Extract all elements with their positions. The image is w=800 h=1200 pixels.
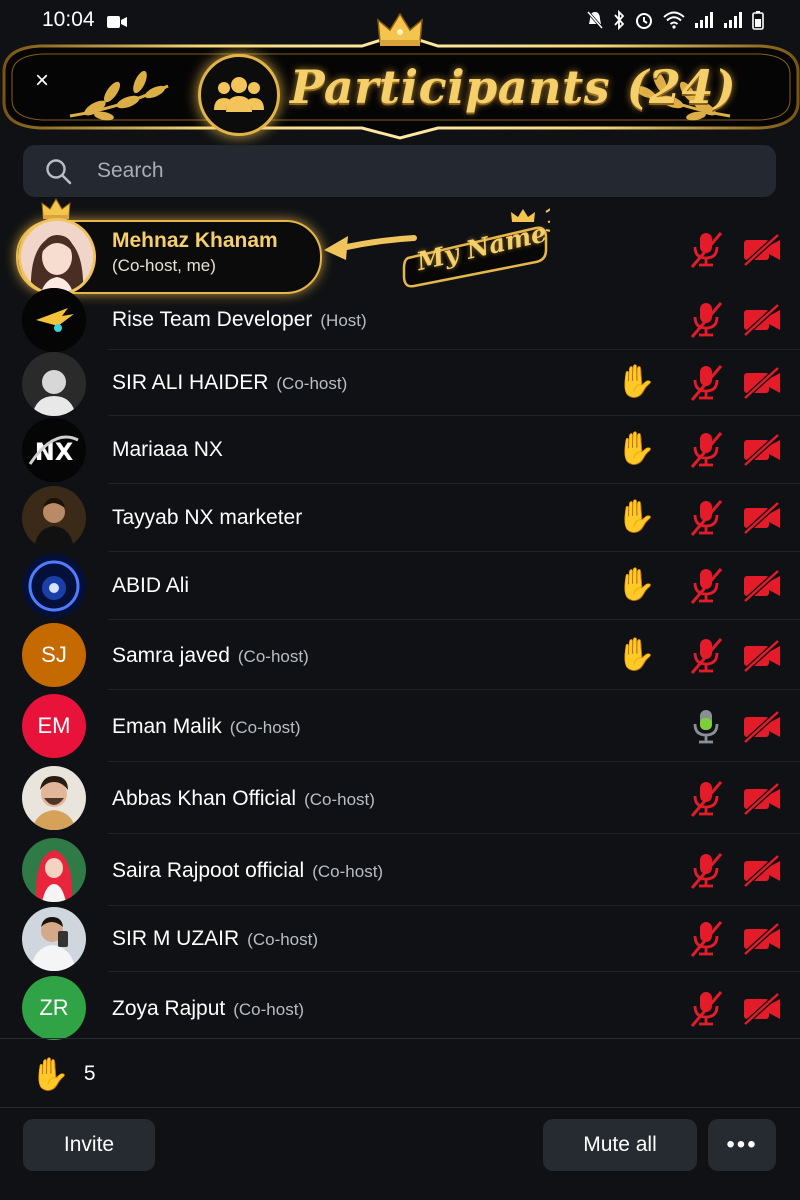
avatar xyxy=(22,288,86,352)
avatar: EM xyxy=(22,694,86,758)
mic-muted-icon[interactable] xyxy=(688,300,724,340)
participant-role: (Co-host) xyxy=(312,862,384,881)
participant-name: SIR M UZAIR (Co-host) xyxy=(112,927,319,950)
participant-row[interactable]: Abbas Khan Official (Co-host) xyxy=(0,762,800,834)
camera-off-icon[interactable] xyxy=(742,432,782,468)
participant-name: Eman Malik (Co-host) xyxy=(112,715,301,738)
more-options-button[interactable]: ••• xyxy=(708,1119,776,1171)
participant-role: (Co-host) xyxy=(233,1000,305,1019)
small-crown-icon xyxy=(41,198,71,219)
raised-hand-icon: ✋ xyxy=(616,430,656,466)
participant-name: Tayyab NX marketer xyxy=(112,506,303,529)
participant-name: Rise Team Developer (Host) xyxy=(112,308,367,331)
avatar xyxy=(22,486,86,550)
mic-muted-icon[interactable] xyxy=(688,636,724,676)
participant-role: (Co-host) xyxy=(276,374,348,393)
mic-muted-icon[interactable] xyxy=(688,363,724,403)
avatar xyxy=(22,352,86,416)
mic-muted-icon[interactable] xyxy=(688,430,724,470)
mic-muted-icon[interactable] xyxy=(688,989,724,1029)
raised-hand-icon: ✋ xyxy=(616,566,656,602)
participant-name: Mariaaa NX xyxy=(112,438,223,461)
participant-name: Zoya Rajput (Co-host) xyxy=(112,997,305,1020)
avatar xyxy=(18,218,96,296)
camera-off-icon[interactable] xyxy=(742,921,782,957)
mic-active-icon[interactable] xyxy=(688,707,724,747)
avatar-initials: ZR xyxy=(39,995,69,1020)
invite-button[interactable]: Invite xyxy=(23,1119,155,1171)
camera-off-icon[interactable] xyxy=(742,500,782,536)
camera-off-icon[interactable] xyxy=(742,709,782,745)
avatar: SJ xyxy=(22,623,86,687)
crown-icon xyxy=(377,12,423,46)
participant-row[interactable]: ZR Zoya Rajput (Co-host) xyxy=(0,972,800,1040)
avatar-initials: EM xyxy=(37,713,71,738)
participant-role: (Co-host, me) xyxy=(112,256,216,275)
search-icon xyxy=(46,159,72,185)
camera-off-icon[interactable] xyxy=(742,365,782,401)
search-input[interactable]: Search xyxy=(23,145,776,197)
participant-role: (Co-host) xyxy=(237,647,309,666)
participant-row[interactable]: EM Eman Malik (Co-host) xyxy=(0,690,800,762)
close-button[interactable]: × xyxy=(28,67,56,95)
participant-name: Abbas Khan Official (Co-host) xyxy=(112,787,375,810)
avatar xyxy=(22,838,86,902)
page-title: Participants (24) xyxy=(290,60,737,114)
camera-off-icon[interactable] xyxy=(742,568,782,604)
participant-role: (Co-host) xyxy=(229,718,301,737)
raised-hand-icon: ✋ xyxy=(30,1056,70,1092)
participant-name: Mehnaz Khanam xyxy=(112,229,278,252)
participant-row[interactable]: NX Mariaaa NX ✋ xyxy=(0,416,800,484)
participant-name: Saira Rajpoot official (Co-host) xyxy=(112,859,384,882)
avatar-initials: SJ xyxy=(41,642,67,667)
camera-off-icon[interactable] xyxy=(742,991,782,1027)
camera-off-icon[interactable] xyxy=(742,638,782,674)
avatar: NX xyxy=(22,418,86,482)
participant-row[interactable]: Saira Rajpoot official (Co-host) xyxy=(0,834,800,906)
participant-name: SIR ALI HAIDER (Co-host) xyxy=(112,371,348,394)
raised-hand-icon: ✋ xyxy=(616,498,656,534)
participant-name: ABID Ali xyxy=(112,574,190,597)
participant-role: (Co-host) xyxy=(304,790,375,809)
mic-muted-icon[interactable] xyxy=(688,566,724,606)
camera-off-icon[interactable] xyxy=(742,853,782,889)
raised-hands-count: 5 xyxy=(83,1062,96,1085)
camera-off-icon[interactable] xyxy=(742,781,782,817)
participant-name: Samra javed (Co-host) xyxy=(112,644,309,667)
group-icon-badge xyxy=(198,54,280,136)
participant-row[interactable]: SJ Samra javed (Co-host) ✋ xyxy=(0,620,800,690)
participant-row[interactable]: Tayyab NX marketer ✋ xyxy=(0,484,800,552)
mic-muted-icon[interactable] xyxy=(688,919,724,959)
raised-hands-summary[interactable]: ✋ 5 xyxy=(30,1055,96,1093)
avatar: ZR xyxy=(22,976,86,1040)
raised-hand-icon: ✋ xyxy=(616,636,656,672)
list-footer-divider xyxy=(0,1038,800,1039)
participant-role: (Co-host) xyxy=(247,930,319,949)
camera-off-icon[interactable] xyxy=(742,302,782,338)
avatar xyxy=(22,907,86,971)
camera-off-icon[interactable] xyxy=(742,232,782,268)
group-icon xyxy=(214,77,264,112)
mic-muted-icon[interactable] xyxy=(688,851,724,891)
participant-row[interactable]: ABID Ali ✋ xyxy=(0,552,800,620)
participant-row[interactable]: SIR ALI HAIDER (Co-host) ✋ xyxy=(0,350,800,416)
mic-muted-icon[interactable] xyxy=(688,498,724,538)
mic-muted-icon[interactable] xyxy=(688,779,724,819)
participants-header: × Participants (24) xyxy=(0,12,800,142)
raised-hand-icon: ✋ xyxy=(616,363,656,399)
participant-row-me[interactable]: Mehnaz Khanam (Co-host, me) My Name xyxy=(0,198,800,298)
participant-row[interactable]: Rise Team Developer (Host) xyxy=(0,288,800,352)
avatar xyxy=(22,554,86,618)
mic-muted-icon[interactable] xyxy=(688,230,724,270)
mute-all-button[interactable]: Mute all xyxy=(543,1119,697,1171)
participant-row[interactable]: SIR M UZAIR (Co-host) xyxy=(0,906,800,972)
avatar xyxy=(22,766,86,830)
footer-divider xyxy=(0,1107,800,1108)
search-placeholder: Search xyxy=(97,159,164,182)
participant-role: (Host) xyxy=(320,311,367,330)
